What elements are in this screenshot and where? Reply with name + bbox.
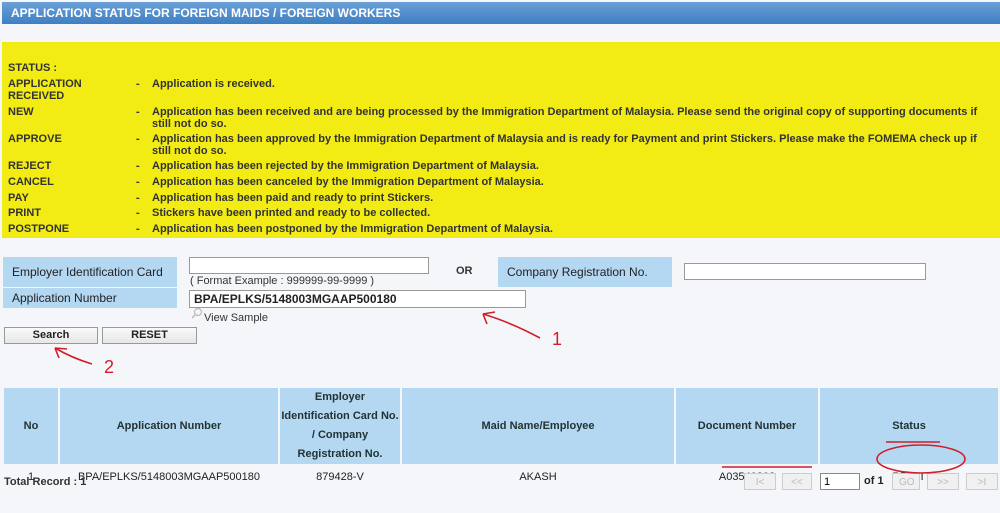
- reset-button[interactable]: RESET: [102, 327, 197, 344]
- view-sample-link[interactable]: View Sample: [204, 312, 268, 324]
- employer-ic-input[interactable]: [189, 257, 429, 274]
- or-label: OR: [456, 265, 473, 277]
- annotation-label-2: 2: [104, 357, 114, 377]
- legend-heading: STATUS :: [8, 62, 58, 74]
- annotation-arrowhead-1: [482, 311, 496, 325]
- page-count: of 1: [864, 475, 884, 487]
- page-number-input[interactable]: [820, 473, 860, 490]
- go-button[interactable]: GO: [892, 473, 920, 490]
- col-status: Status: [820, 388, 998, 464]
- company-reg-label: Company Registration No.: [498, 257, 672, 287]
- employer-ic-hint: ( Format Example : 999999-99-9999 ): [190, 275, 375, 287]
- col-doc-number: Document Number: [676, 388, 818, 464]
- magnifier-icon: [191, 307, 203, 319]
- company-reg-input[interactable]: [684, 263, 926, 280]
- col-no: No: [4, 388, 58, 464]
- app-number-label: Application Number: [3, 288, 177, 308]
- status-legend: STATUS : APPLICATION RECEIVED - Applicatio…: [2, 42, 1000, 238]
- annotation-arrow-2: [54, 347, 93, 365]
- table-header-row: No Application Number Employer Identific…: [4, 388, 998, 464]
- search-button[interactable]: Search: [4, 327, 98, 344]
- annotation-arrow-1: [482, 313, 541, 339]
- first-page-button[interactable]: I<: [744, 473, 776, 490]
- total-record: Total Record : 1: [4, 476, 87, 488]
- annotation-arrowhead-2: [54, 347, 68, 359]
- cell-name: AKASH: [519, 471, 557, 483]
- last-page-button[interactable]: >I: [966, 473, 998, 490]
- prev-page-button[interactable]: <<: [782, 473, 812, 490]
- page-title: APPLICATION STATUS FOR FOREIGN MAIDS / F…: [2, 2, 1000, 24]
- col-app-number: Application Number: [60, 388, 278, 464]
- col-employer-id: Employer Identification Card No. / Compa…: [280, 388, 400, 464]
- cell-app-number: BPA/EPLKS/5148003MGAAP500180: [77, 471, 261, 483]
- annotation-label-1: 1: [552, 329, 562, 349]
- next-page-button[interactable]: >>: [927, 473, 959, 490]
- employer-ic-label: Employer Identification Card No.: [3, 257, 177, 309]
- col-name: Maid Name/Employee: [402, 388, 674, 464]
- app-number-input[interactable]: [189, 290, 526, 308]
- cell-employer-id: 879428-V: [316, 471, 364, 483]
